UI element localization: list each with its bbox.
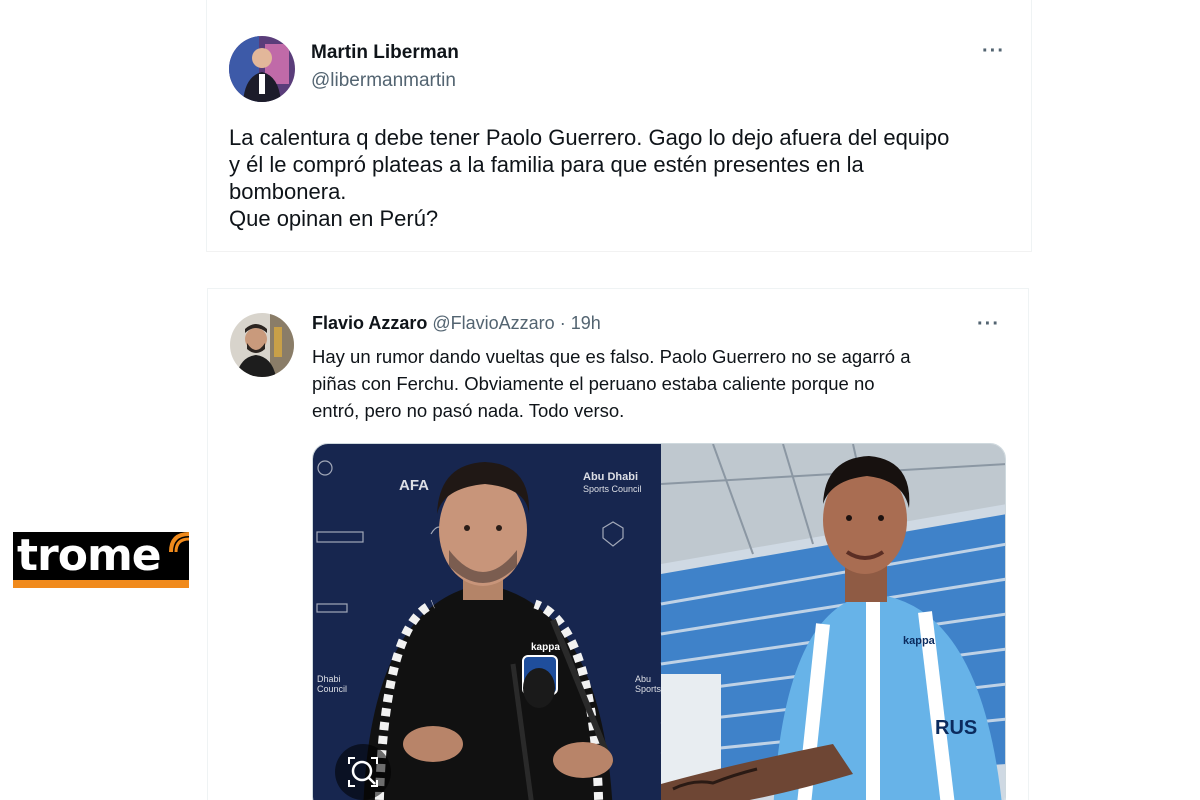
jersey-text: kappa	[903, 635, 936, 647]
zoom-icon	[348, 757, 378, 787]
tweet-text-line: bombonera.	[229, 179, 347, 204]
tweet-text: La calentura q debe tener Paolo Guerrero…	[229, 124, 949, 232]
tweet-text-line: Que opinan en Perú?	[229, 206, 439, 231]
logo-text: trome	[13, 532, 189, 580]
backdrop-text: Sports Council	[583, 484, 642, 494]
jersey-text: RUS	[935, 717, 977, 739]
more-options-icon[interactable]: ···	[977, 314, 1000, 334]
logo-accent-bar	[13, 580, 189, 588]
tweet-text-line: entró, pero no pasó nada. Todo verso.	[312, 400, 625, 421]
tweet-text: Hay un rumor dando vueltas que es falso.…	[312, 343, 911, 424]
tweet-media[interactable]: Abu Dhabi Sports Council AFA Dhabi Counc…	[312, 443, 1006, 800]
author-name[interactable]: Martin Liberman	[311, 42, 459, 64]
tweet-card-azzaro[interactable]: Flavio Azzaro @FlavioAzzaro · 19h ··· Ha…	[207, 288, 1029, 800]
backdrop-text: Dhabi	[317, 674, 341, 684]
avatar-azzaro[interactable]	[230, 313, 294, 377]
tweet-timestamp[interactable]: 19h	[571, 313, 601, 333]
avatar-liberman[interactable]	[229, 36, 295, 102]
tweet-text-line: piñas con Ferchu. Obviamente el peruano …	[312, 373, 875, 394]
tweet-text-line: y él le compró plateas a la familia para…	[229, 152, 864, 177]
tweet-text-line: Hay un rumor dando vueltas que es falso.…	[312, 346, 911, 367]
more-options-icon[interactable]: ···	[982, 41, 1005, 61]
tweet-text-line: La calentura q debe tener Paolo Guerrero…	[229, 125, 950, 150]
jersey-text: kappa	[531, 642, 560, 653]
tweet-card-liberman[interactable]: Martin Liberman @libermanmartin ··· La c…	[206, 0, 1032, 252]
backdrop-text: Sports	[635, 684, 662, 694]
author-handle[interactable]: @libermanmartin	[311, 70, 456, 92]
author-name[interactable]: Flavio Azzaro	[312, 313, 427, 333]
backdrop-text: Council	[317, 684, 347, 694]
zoom-media-button[interactable]	[335, 744, 391, 800]
trome-logo: trome	[13, 532, 190, 590]
backdrop-text: Abu Dhabi	[583, 471, 638, 483]
media-right-panel: kappa RUS	[660, 444, 1005, 800]
separator-dot: ·	[554, 313, 571, 333]
wifi-icon	[169, 532, 190, 553]
media-collage: Abu Dhabi Sports Council AFA Dhabi Counc…	[313, 444, 1005, 800]
backdrop-text: Abu	[635, 674, 651, 684]
author-handle[interactable]: @FlavioAzzaro	[432, 313, 554, 333]
backdrop-text: AFA	[399, 477, 429, 494]
tweet-header: Flavio Azzaro @FlavioAzzaro · 19h	[312, 313, 601, 334]
